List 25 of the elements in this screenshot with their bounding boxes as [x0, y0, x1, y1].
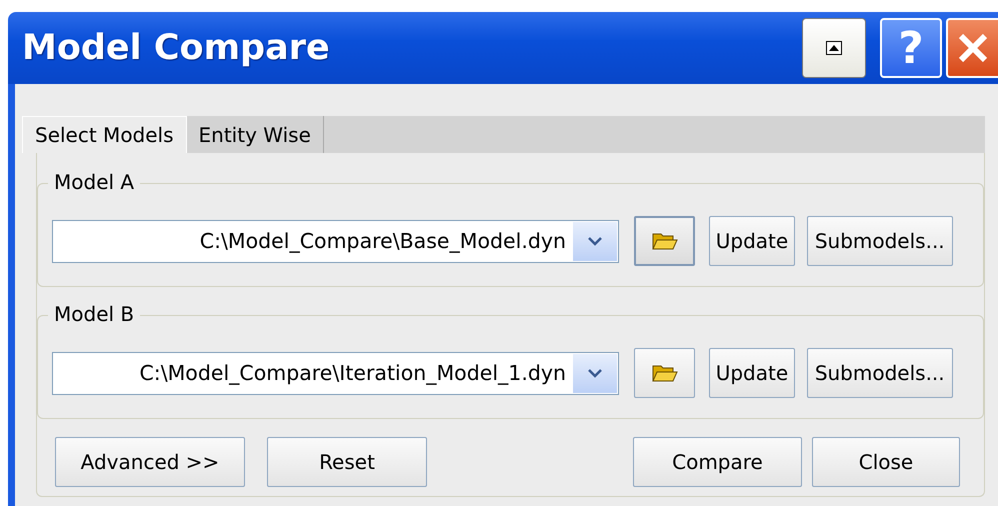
close-icon	[957, 32, 989, 64]
close-button[interactable]	[946, 18, 998, 78]
window-title: Model Compare	[22, 28, 331, 68]
submodels-button[interactable]: Submodels...	[806, 348, 953, 398]
folder-icon	[652, 363, 678, 383]
update-button[interactable]: Update	[709, 348, 794, 398]
dropdown-button[interactable]	[573, 222, 617, 260]
tab[interactable]: Select Models	[22, 116, 187, 153]
chevron-icon	[588, 368, 602, 378]
dropdown-button[interactable]	[573, 354, 617, 392]
submodels-button[interactable]: Submodels...	[806, 216, 953, 266]
browse-button[interactable]	[634, 216, 696, 266]
chevron-icon	[588, 236, 602, 246]
path-combobox[interactable]: C:\Model_Compare\Base_Model.dyn	[52, 220, 619, 262]
dialog-button[interactable]: Advanced >>	[55, 437, 245, 487]
update-button[interactable]: Update	[709, 216, 795, 266]
dialog-button[interactable]: Compare	[633, 437, 802, 487]
help-button[interactable]: ?	[880, 18, 942, 78]
browse-button[interactable]	[634, 348, 696, 398]
dialog-button[interactable]: Reset	[267, 437, 427, 487]
dialog-button[interactable]: Close	[812, 437, 960, 487]
folder-icon	[652, 231, 678, 251]
rollup-button[interactable]	[802, 18, 866, 78]
path-combobox[interactable]: C:\Model_Compare\Iteration_Model_1.dyn	[52, 352, 619, 394]
tab[interactable]: Entity Wise	[186, 116, 324, 153]
